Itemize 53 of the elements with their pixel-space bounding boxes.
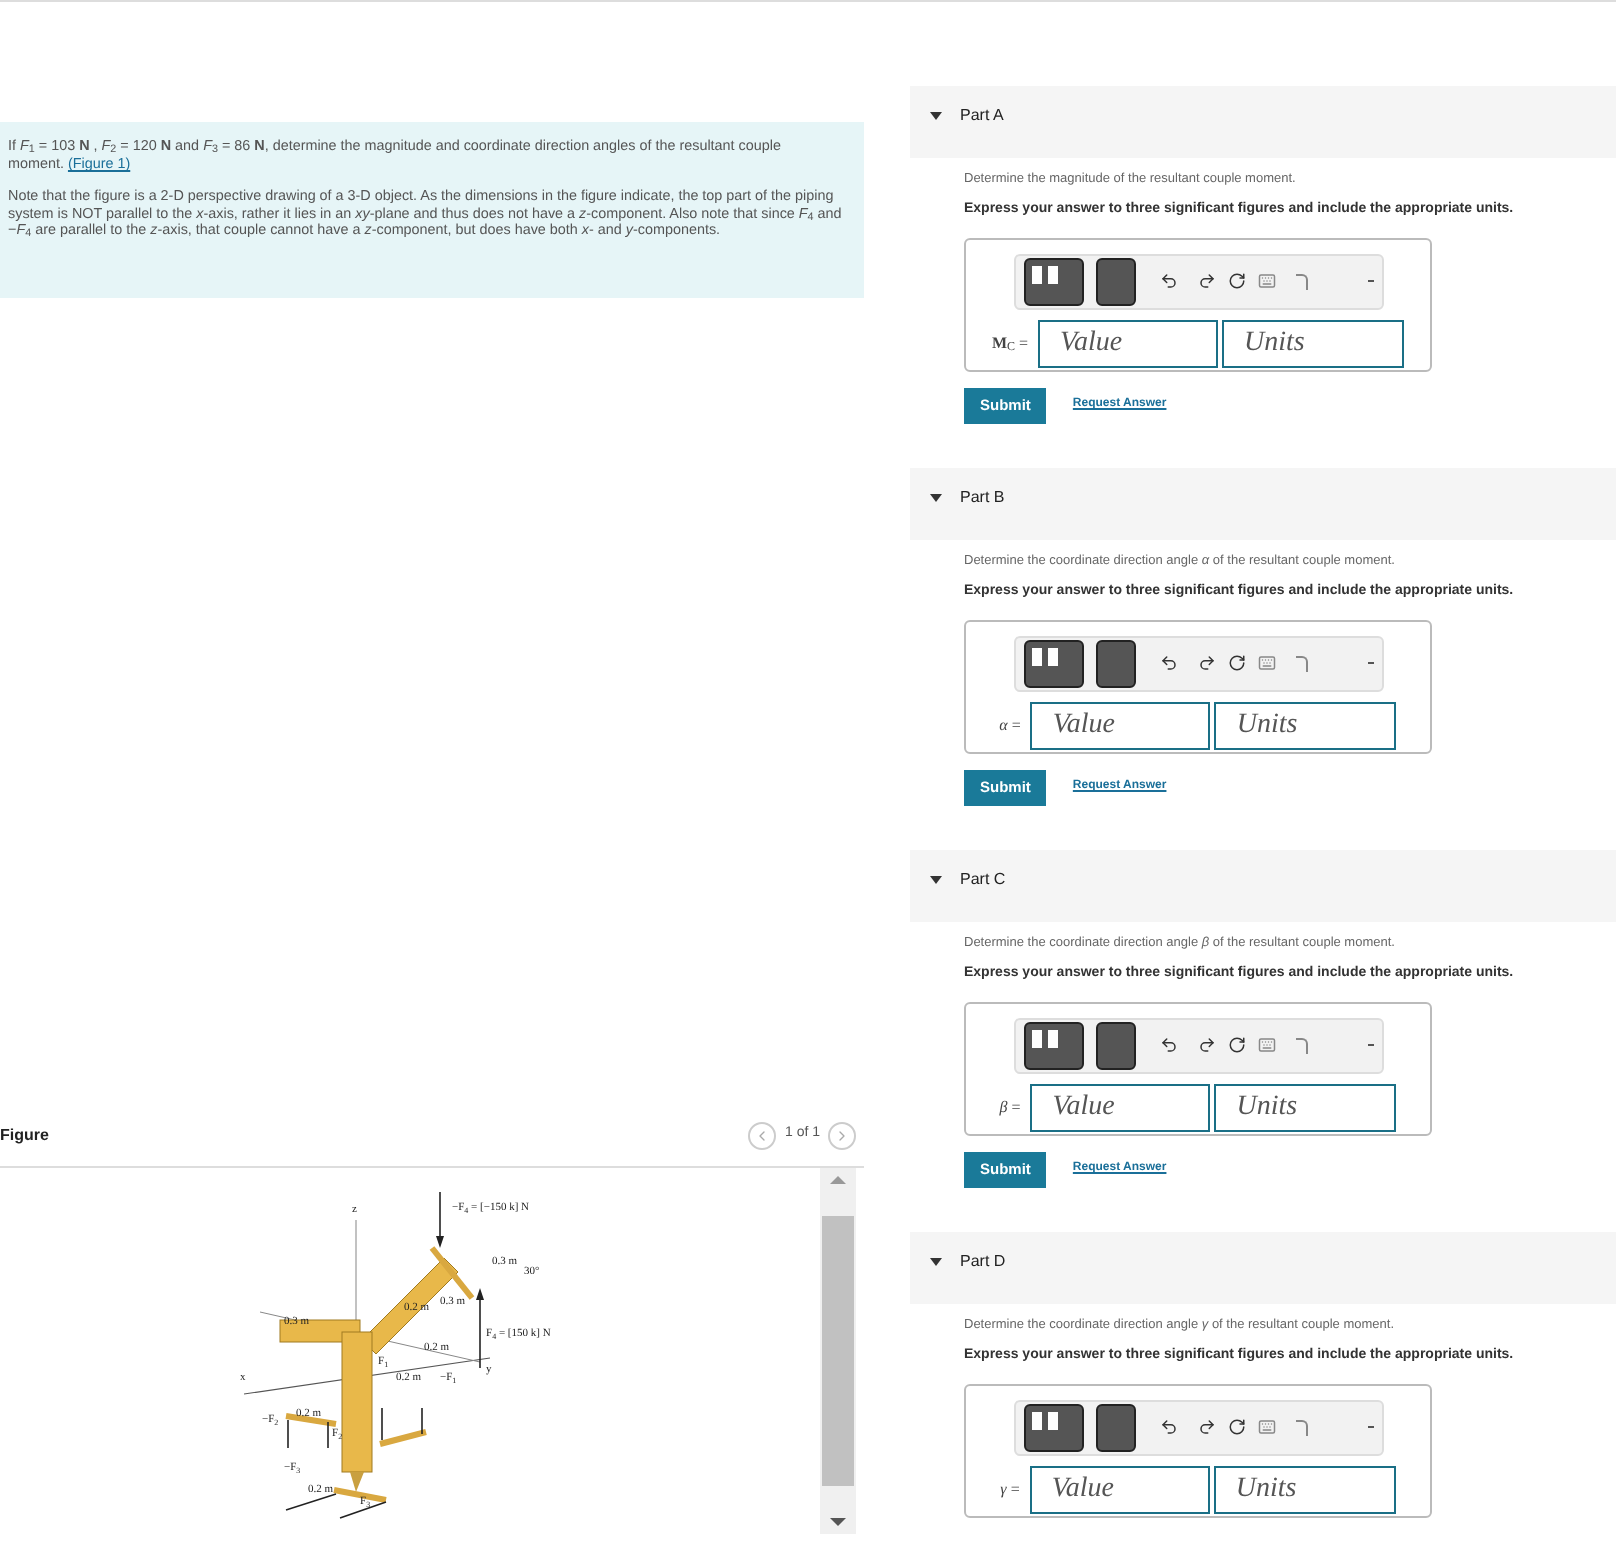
scroll-thumb[interactable] <box>822 1216 854 1486</box>
variable-label: β = <box>999 1095 1021 1119</box>
variable-label: γ = <box>1000 1477 1020 1501</box>
units-field[interactable]: Units <box>1214 701 1397 749</box>
figure-title: Figure <box>0 1123 49 1147</box>
symbols-icon[interactable] <box>1095 639 1135 687</box>
chevron-right-icon <box>834 1127 850 1143</box>
part-title: Part A <box>960 104 1004 128</box>
dash-icon[interactable] <box>1367 1044 1373 1046</box>
variable-label: α = <box>999 713 1021 737</box>
redo-icon[interactable] <box>1197 1418 1215 1436</box>
symbols-icon[interactable] <box>1095 1021 1135 1069</box>
reset-icon[interactable] <box>1227 1036 1245 1054</box>
variable-label: M$_{C}$ = <box>991 331 1029 355</box>
templates-icon[interactable] <box>1023 1403 1083 1451</box>
undo-icon[interactable] <box>1159 654 1177 672</box>
templates-icon[interactable] <box>1023 257 1083 305</box>
undo-icon[interactable] <box>1159 272 1177 290</box>
undo-icon[interactable] <box>1159 1418 1177 1436</box>
symbols-icon[interactable] <box>1095 257 1135 305</box>
redo-icon[interactable] <box>1197 272 1215 290</box>
templates-icon[interactable] <box>1023 1021 1083 1069</box>
part-header[interactable]: Part A <box>910 86 1616 158</box>
redo-icon[interactable] <box>1197 1036 1215 1054</box>
units-field[interactable]: Units <box>1213 1465 1396 1513</box>
keyboard-icon[interactable] <box>1257 654 1275 672</box>
dash-icon[interactable] <box>1367 280 1373 282</box>
reset-icon[interactable] <box>1227 1418 1245 1436</box>
value-field[interactable]: Value <box>1030 1083 1211 1131</box>
value-field[interactable]: Value <box>1030 701 1211 749</box>
templates-icon[interactable] <box>1023 639 1083 687</box>
redo-icon[interactable] <box>1197 654 1215 672</box>
scroll-down-icon[interactable] <box>830 1518 846 1526</box>
part-header[interactable]: Part C <box>910 850 1616 922</box>
scrollbar[interactable] <box>820 1168 856 1534</box>
undo-icon[interactable] <box>1159 1036 1177 1054</box>
keyboard-icon[interactable] <box>1257 1418 1275 1436</box>
symbols-icon[interactable] <box>1095 1403 1135 1451</box>
reset-icon[interactable] <box>1227 272 1245 290</box>
part-title: Part D <box>960 1250 1006 1274</box>
part-title: Part B <box>960 486 1005 510</box>
units-field[interactable]: Units <box>1214 1083 1397 1131</box>
value-field[interactable]: Value <box>1038 319 1219 367</box>
part-title: Part C <box>960 868 1006 892</box>
keyboard-icon[interactable] <box>1257 272 1275 290</box>
reset-icon[interactable] <box>1227 654 1245 672</box>
dash-icon[interactable] <box>1367 1426 1373 1428</box>
keyboard-icon[interactable] <box>1257 1036 1275 1054</box>
dash-icon[interactable] <box>1367 662 1373 664</box>
part-header[interactable]: Part B <box>910 468 1616 540</box>
part-header[interactable]: Part D <box>910 1232 1616 1304</box>
value-field[interactable]: Value <box>1029 1465 1210 1513</box>
units-field[interactable]: Units <box>1222 319 1405 367</box>
